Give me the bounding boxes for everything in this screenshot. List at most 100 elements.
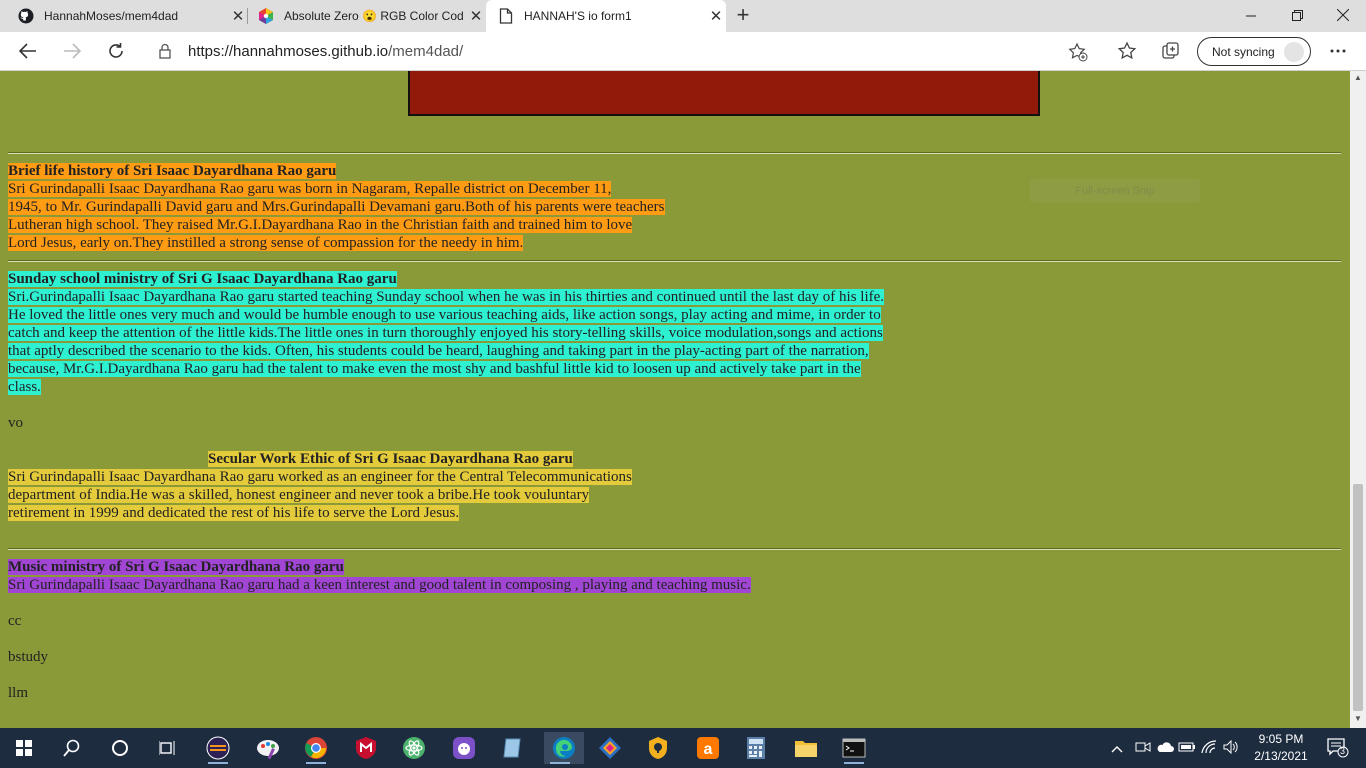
onedrive-cloud-icon[interactable] (1154, 741, 1176, 756)
text-bstudy: bstudy (8, 649, 49, 665)
life-history-section: Brief life history of Sri Isaac Dayardha… (8, 162, 665, 252)
eclipse-app-icon[interactable] (202, 732, 234, 764)
vertical-scrollbar[interactable]: ▲ ▼ (1350, 71, 1366, 728)
tab-close-icon[interactable]: ✕ (228, 7, 248, 25)
mcafee-app-icon[interactable] (350, 732, 382, 764)
secular-work-section: Secular Work Ethic of Sri G Isaac Dayard… (8, 450, 632, 522)
refresh-icon[interactable] (104, 39, 128, 63)
task-view-icon[interactable] (152, 732, 184, 764)
music-ministry-section: Music ministry of Sri G Isaac Dayardhana… (8, 558, 751, 594)
paint-app-icon[interactable] (252, 732, 284, 764)
paragraph-line: Lord Jesus, early on.They instilled a st… (8, 235, 524, 251)
meet-now-icon[interactable] (1132, 740, 1154, 757)
paragraph-line: Sri Gurindapalli Isaac Dayardhana Rao ga… (8, 181, 612, 197)
web-page: Full-screen Snip Brief life history of S… (0, 71, 1350, 728)
rgb-color-icon (258, 8, 274, 24)
close-window-button[interactable] (1320, 0, 1366, 30)
sunday-school-heading: Sunday school ministry of Sri G Isaac Da… (8, 271, 397, 287)
battery-icon[interactable] (1176, 741, 1198, 756)
github-icon (18, 8, 34, 24)
terminal-app-icon[interactable] (838, 732, 870, 764)
sync-label: Not syncing (1212, 44, 1275, 59)
secular-work-heading: Secular Work Ethic of Sri G Isaac Dayard… (208, 451, 573, 467)
life-history-heading: Brief life history of Sri Isaac Dayardha… (8, 163, 337, 179)
volume-icon[interactable] (1220, 739, 1242, 757)
url-host: https://hannahmoses.github.io (188, 43, 389, 60)
tab-title: HANNAH'S io form1 (524, 9, 632, 23)
paragraph-line: class. (8, 379, 41, 395)
sync-status-button[interactable]: Not syncing (1197, 37, 1311, 66)
new-tab-button[interactable]: + (731, 4, 755, 28)
paragraph-line: catch and keep the attention of the litt… (8, 325, 883, 341)
clock-time: 9:05 PM (1258, 732, 1304, 746)
paragraph-line: Sri Gurindapalli Isaac Dayardhana Rao ga… (8, 469, 632, 485)
tab-hannahs-io-form1[interactable]: HANNAH'S io form1 ✕ (486, 0, 726, 32)
windows-taskbar: a 9:05 PM 2/13/2021 3 (0, 728, 1366, 768)
back-arrow-icon[interactable] (16, 39, 40, 63)
horizontal-rule (8, 548, 1341, 550)
tab-title: Absolute Zero 😮 RGB Color Cod (284, 9, 464, 23)
atom-app-icon[interactable] (398, 732, 430, 764)
snip-overlay-hint: Full-screen Snip (1030, 179, 1200, 203)
chevron-up-icon[interactable] (1108, 741, 1126, 756)
github-desktop-icon[interactable] (448, 732, 480, 764)
sunday-school-section: Sunday school ministry of Sri G Isaac Da… (8, 270, 885, 396)
file-explorer-icon[interactable] (790, 732, 822, 764)
windows-start-icon[interactable] (8, 732, 40, 764)
wifi-icon[interactable] (1198, 739, 1220, 757)
paragraph-line: 1945, to Mr. Gurindapalli David garu and… (8, 199, 665, 215)
svg-text:a: a (704, 741, 713, 758)
calculator-app-icon[interactable] (740, 732, 772, 764)
paragraph-line: Lutheran high school. They raised Mr.G.I… (8, 217, 633, 233)
url-path: /mem4dad/ (388, 43, 464, 60)
url-text: https://hannahmoses.github.io/mem4dad/ (188, 43, 463, 60)
add-favorite-icon[interactable] (1068, 42, 1088, 67)
avatar (1284, 42, 1304, 62)
text-cc: cc (8, 613, 22, 629)
paragraph-line: department of India.He was a skilled, ho… (8, 487, 590, 503)
clock-date: 2/13/2021 (1254, 749, 1308, 763)
paragraph-line: He loved the little ones very much and w… (8, 307, 881, 323)
browser-toolbar: https://hannahmoses.github.io/mem4dad/ N… (0, 32, 1366, 71)
paragraph-line: because, Mr.G.I.Dayardhana Rao garu had … (8, 361, 861, 377)
notes-app-icon[interactable] (496, 732, 528, 764)
tab-close-icon[interactable]: ✕ (706, 7, 726, 25)
tab-title: HannahMoses/mem4dad (44, 9, 179, 23)
chrome-app-icon[interactable] (300, 732, 332, 764)
tab-close-icon[interactable]: ✕ (466, 7, 486, 25)
paragraph-line: Sri.Gurindapalli Isaac Dayardhana Rao ga… (8, 289, 885, 305)
collections-icon[interactable] (1159, 39, 1183, 63)
notification-center-icon[interactable]: 3 (1322, 732, 1354, 764)
music-ministry-heading: Music ministry of Sri G Isaac Dayardhana… (8, 559, 344, 575)
tab-github[interactable]: HannahMoses/mem4dad ✕ (8, 0, 248, 32)
system-tray (1108, 728, 1242, 768)
sourcetree-app-icon[interactable] (594, 732, 626, 764)
security-shield-icon[interactable] (642, 732, 674, 764)
search-icon[interactable] (56, 732, 88, 764)
text-vo: vo (8, 415, 23, 431)
banner-box (408, 71, 1040, 116)
forward-arrow-icon[interactable] (60, 39, 84, 63)
more-options-icon[interactable] (1326, 39, 1350, 63)
tab-strip: HannahMoses/mem4dad ✕ Absolute Zero 😮 RG… (0, 0, 1366, 32)
text-llm: llm (8, 685, 29, 701)
lock-icon[interactable] (158, 43, 172, 64)
horizontal-rule (8, 260, 1341, 262)
address-bar[interactable]: https://hannahmoses.github.io/mem4dad/ (144, 36, 1098, 67)
paragraph-line: retirement in 1999 and dedicated the res… (8, 505, 460, 521)
paragraph-line: that aptly described the scenario to the… (8, 343, 869, 359)
scrollbar-thumb[interactable] (1353, 484, 1363, 711)
taskbar-clock[interactable]: 9:05 PM 2/13/2021 (1248, 731, 1314, 765)
scroll-down-icon[interactable]: ▼ (1350, 714, 1366, 726)
paragraph-line: Sri Gurindapalli Isaac Dayardhana Rao ga… (8, 577, 751, 593)
scroll-up-icon[interactable]: ▲ (1350, 73, 1366, 85)
edge-app-icon[interactable] (544, 732, 584, 764)
page-icon (498, 8, 514, 24)
favorites-icon[interactable] (1115, 39, 1139, 63)
notification-count: 3 (1340, 746, 1346, 756)
tab-rgb-color[interactable]: Absolute Zero 😮 RGB Color Cod ✕ (248, 0, 486, 32)
avast-app-icon[interactable]: a (692, 732, 724, 764)
minimize-button[interactable] (1228, 0, 1274, 30)
cortana-icon[interactable] (104, 732, 136, 764)
restore-button[interactable] (1274, 0, 1320, 30)
